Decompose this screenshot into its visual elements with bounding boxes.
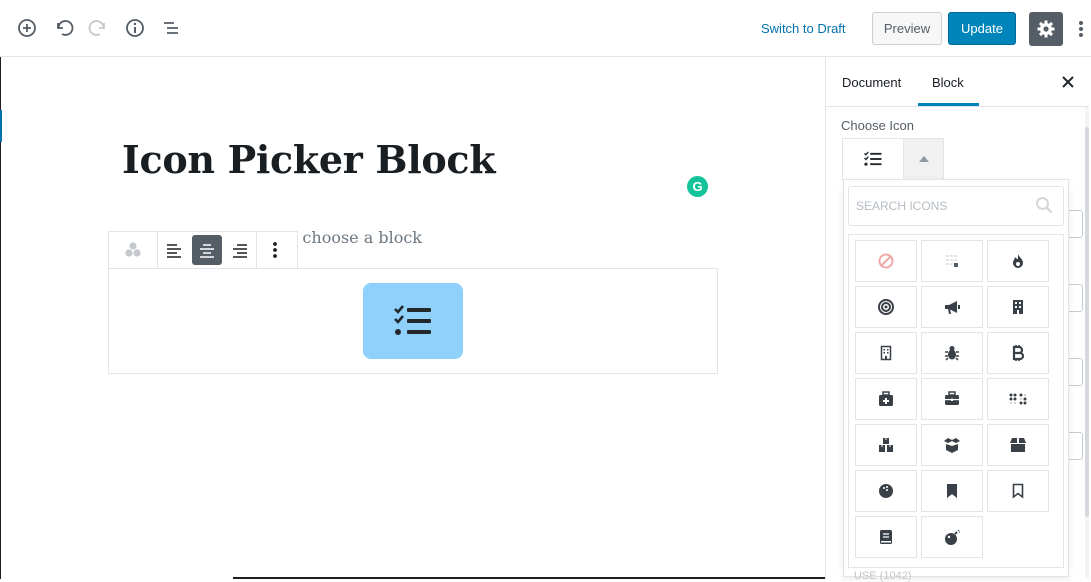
medkit-icon [879, 391, 893, 406]
icon-option-bomb[interactable] [921, 516, 983, 558]
icon-option-boxes[interactable] [855, 424, 917, 466]
align-left-icon [167, 244, 181, 258]
bug-icon [945, 346, 959, 361]
outline-list-icon[interactable] [160, 17, 182, 39]
fire-icon [1013, 254, 1023, 268]
hidden-field-stub[interactable] [1069, 284, 1083, 312]
caret-up-icon [918, 156, 929, 162]
block-more-options-button[interactable] [257, 232, 293, 268]
align-right-icon [233, 244, 247, 258]
bookmark-outline-icon [1012, 483, 1024, 499]
search-icon [1036, 197, 1053, 214]
redo-icon[interactable] [88, 17, 110, 39]
tasks-icon [864, 151, 882, 166]
icon-option-ban[interactable] [855, 240, 917, 282]
bowling-ball-icon [879, 484, 893, 498]
active-tab-indicator [918, 103, 979, 106]
braille-icon [1009, 393, 1027, 405]
tasks-icon [394, 305, 431, 335]
selected-icon-preview[interactable] [363, 283, 463, 359]
bookmark-icon [947, 484, 957, 498]
settings-sidebar: Document Block Choose Icon SEARCH ICONS … [825, 57, 1091, 582]
icon-option-bowling-ball[interactable] [855, 470, 917, 512]
icon-option-book[interactable] [855, 516, 917, 558]
building-outline-icon [880, 345, 892, 361]
icon-picker-toggle[interactable] [842, 138, 944, 180]
alignment-group [158, 232, 257, 268]
icon-option-bookmark-outline[interactable] [987, 470, 1049, 512]
book-icon [880, 530, 892, 544]
icon-option-fire[interactable] [987, 240, 1049, 282]
sidebar-tabs: Document Block [826, 57, 1089, 107]
box-open-icon [944, 438, 960, 453]
briefcase-icon [945, 391, 959, 405]
picker-arrow-button[interactable] [903, 139, 943, 179]
icon-option-bullseye[interactable] [855, 286, 917, 328]
icon-option-box[interactable] [987, 424, 1049, 466]
icon-option-medkit[interactable] [855, 378, 917, 420]
align-right-button[interactable] [224, 232, 256, 268]
block-type-button[interactable] [109, 232, 157, 268]
choose-icon-label: Choose Icon [841, 118, 914, 133]
align-center-icon [200, 244, 214, 258]
current-icon[interactable] [843, 139, 903, 179]
more-vertical-icon [273, 242, 277, 258]
undo-icon[interactable] [52, 17, 74, 39]
icon-picker-popover [843, 179, 1069, 577]
switch-to-draft-link[interactable]: Switch to Draft [761, 21, 846, 36]
close-icon [1062, 76, 1074, 88]
more-vertical-icon [1079, 21, 1083, 37]
icon-search-input[interactable] [850, 188, 1030, 224]
icon-grid [855, 240, 1049, 558]
gear-icon [1037, 20, 1055, 38]
icon-option-bullhorn[interactable] [921, 286, 983, 328]
settings-button[interactable] [1029, 12, 1063, 46]
block-type-group [109, 232, 158, 268]
hidden-field-stub[interactable] [1069, 358, 1083, 386]
hidden-field-stub[interactable] [1069, 432, 1083, 460]
icon-option-box-open[interactable] [921, 424, 983, 466]
icon-option-briefcase[interactable] [921, 378, 983, 420]
icon-option-bitcoin[interactable] [987, 332, 1049, 374]
bullseye-icon [878, 299, 894, 315]
tab-block[interactable]: Block [932, 75, 964, 90]
icon-grid-scroll[interactable] [848, 234, 1064, 568]
block-toolbar [108, 231, 298, 269]
bullhorn-icon [945, 301, 960, 314]
icon-option-table[interactable] [921, 240, 983, 282]
building-icon [1013, 300, 1023, 314]
grammarly-icon[interactable]: G [687, 176, 708, 197]
more-menu-button[interactable] [1074, 16, 1088, 42]
editor-header: Switch to Draft Preview Update [0, 0, 1091, 57]
bomb-icon [945, 529, 960, 545]
icon-option-bug[interactable] [921, 332, 983, 374]
partially-hidden-label: USE (1042) [854, 570, 912, 582]
placeholder-text: o choose a block [287, 228, 422, 247]
bitcoin-icon [1012, 345, 1025, 361]
table-icon [946, 255, 958, 267]
hidden-field-stub[interactable] [1069, 210, 1083, 238]
tab-document[interactable]: Document [842, 75, 901, 90]
more-options-group [257, 232, 293, 268]
box-icon [1010, 438, 1026, 452]
sidebar-scrollbar-thumb[interactable] [1085, 127, 1089, 517]
align-center-button[interactable] [192, 235, 222, 265]
post-title[interactable]: Icon Picker Block [122, 137, 496, 182]
icon-search-box [848, 186, 1064, 226]
update-button[interactable]: Update [948, 12, 1016, 45]
align-left-button[interactable] [158, 232, 190, 268]
preview-button[interactable]: Preview [872, 12, 942, 45]
icon-option-bookmark[interactable] [921, 470, 983, 512]
icon-option-building-outline[interactable] [855, 332, 917, 374]
ban-icon [878, 253, 894, 269]
icon-option-braille[interactable] [987, 378, 1049, 420]
icon-option-building[interactable] [987, 286, 1049, 328]
info-icon[interactable] [124, 17, 146, 39]
close-sidebar-button[interactable] [1059, 73, 1077, 91]
add-block-icon[interactable] [16, 17, 38, 39]
block-type-icon [125, 242, 141, 257]
boxes-icon [879, 438, 893, 452]
